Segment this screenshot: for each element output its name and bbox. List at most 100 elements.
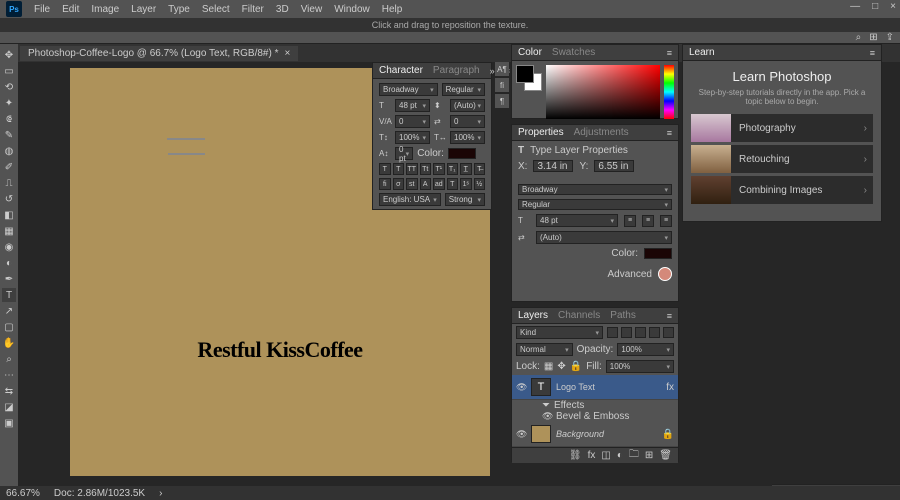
layer-name[interactable]: Logo Text xyxy=(556,382,661,392)
learn-item-retouching[interactable]: Retouching› xyxy=(691,145,873,173)
link-layers-icon[interactable]: ⛓ xyxy=(569,450,582,461)
fill-input[interactable]: 100% xyxy=(606,360,674,373)
menu-type[interactable]: Type xyxy=(168,4,190,15)
status-chevron-icon[interactable]: › xyxy=(159,488,162,499)
menu-window[interactable]: Window xyxy=(334,4,370,15)
paragraph-tab[interactable]: Paragraph xyxy=(433,65,480,76)
stamp-tool[interactable]: ⎍ xyxy=(2,176,16,190)
more-tools[interactable]: ⋯ xyxy=(2,368,16,382)
color-tab[interactable]: Color xyxy=(518,47,542,58)
paths-tab[interactable]: Paths xyxy=(610,310,636,321)
document-tab[interactable]: Photoshop-Coffee-Logo @ 66.7% (Logo Text… xyxy=(20,46,298,61)
baseline-input[interactable]: 0 pt xyxy=(395,147,413,160)
fg-bg-swatch[interactable]: ◪ xyxy=(2,400,16,414)
opentype-frac[interactable]: ½ xyxy=(474,178,486,190)
new-layer-icon[interactable]: ⊞ xyxy=(645,450,653,461)
superscript-button[interactable]: T¹ xyxy=(433,163,445,175)
lasso-tool[interactable]: ⟲ xyxy=(2,80,16,94)
depth-slider[interactable] xyxy=(168,153,205,155)
lock-all-icon[interactable]: 🔒 xyxy=(570,361,582,372)
visibility-icon[interactable]: 👁 xyxy=(516,382,526,393)
scale-slider[interactable] xyxy=(167,138,205,140)
shape-tool[interactable]: ▢ xyxy=(2,320,16,334)
gradient-tool[interactable]: ▦ xyxy=(2,224,16,238)
pen-tool[interactable]: ✒ xyxy=(2,272,16,286)
filter-adjust-icon[interactable] xyxy=(621,327,632,338)
window-close[interactable]: × xyxy=(890,1,896,12)
italic-button[interactable]: T xyxy=(393,163,405,175)
color-picker-field[interactable] xyxy=(546,65,660,119)
menu-edit[interactable]: Edit xyxy=(62,4,79,15)
effect-bevel-row[interactable]: 👁Bevel & Emboss xyxy=(512,411,678,422)
panel-menu-icon[interactable]: ≡ xyxy=(667,48,672,58)
opentype-A[interactable]: A xyxy=(420,178,432,190)
workspace-icon[interactable]: ⊞ xyxy=(869,32,877,43)
props-font-select[interactable]: Broadway xyxy=(518,184,672,195)
hscale-input[interactable]: 100% xyxy=(450,131,485,144)
learn-tab[interactable]: Learn xyxy=(689,47,715,58)
lock-position-icon[interactable]: ✥ xyxy=(557,361,565,372)
font-family-select[interactable]: Broadway xyxy=(379,83,438,96)
panel-menu-icon[interactable]: ≡ xyxy=(870,48,875,58)
layer-row[interactable]: 👁 Background 🔒 xyxy=(512,422,678,447)
layer-mask-icon[interactable]: ◫ xyxy=(601,450,610,461)
layer-row[interactable]: 👁 T Logo Text fx xyxy=(512,375,678,400)
effects-row[interactable]: ⏷Effects xyxy=(512,400,678,411)
layers-tab[interactable]: Layers xyxy=(518,310,548,321)
fx-badge[interactable]: fx xyxy=(666,382,674,393)
properties-tab[interactable]: Properties xyxy=(518,127,564,138)
opentype-T[interactable]: T xyxy=(447,178,459,190)
swatches-tab[interactable]: Swatches xyxy=(552,47,595,58)
panel-menu-icon[interactable]: ≡ xyxy=(667,311,672,321)
blend-mode-select[interactable]: Normal xyxy=(516,343,573,356)
opentype-ad[interactable]: ad xyxy=(433,178,445,190)
filter-type-icon[interactable] xyxy=(635,327,646,338)
underline-button[interactable]: T̲ xyxy=(460,163,472,175)
props-style-select[interactable]: Regular xyxy=(518,199,672,210)
tracking-input[interactable]: 0 xyxy=(450,115,485,128)
path-tool[interactable]: ↗ xyxy=(2,304,16,318)
delete-layer-icon[interactable]: 🗑 xyxy=(659,450,672,461)
leading-input[interactable]: (Auto) xyxy=(450,99,485,112)
history-brush-tool[interactable]: ↺ xyxy=(2,192,16,206)
kerning-input[interactable]: 0 xyxy=(395,115,430,128)
menu-file[interactable]: File xyxy=(34,4,50,15)
marquee-tool[interactable]: ▭ xyxy=(2,64,16,78)
dodge-tool[interactable]: ◐ xyxy=(2,256,16,270)
learn-item-photography[interactable]: Photography› xyxy=(691,114,873,142)
y-input[interactable]: 6.55 in xyxy=(594,160,634,172)
zoom-readout[interactable]: 66.67% xyxy=(6,488,40,499)
opacity-input[interactable]: 100% xyxy=(617,343,674,356)
side-tab-a[interactable]: A¶ xyxy=(495,62,509,76)
opentype-st[interactable]: st xyxy=(406,178,418,190)
filter-smart-icon[interactable] xyxy=(663,327,674,338)
subscript-button[interactable]: T₁ xyxy=(447,163,459,175)
props-color-swatch[interactable] xyxy=(644,248,672,259)
hand-tool[interactable]: ✋ xyxy=(2,336,16,350)
character-tab[interactable]: Character xyxy=(379,65,423,76)
props-track-input[interactable]: (Auto) xyxy=(536,231,672,244)
doc-size-readout[interactable]: Doc: 2.86M/1023.5K xyxy=(54,488,145,499)
eyedropper-tool[interactable]: ✎ xyxy=(2,128,16,142)
x-input[interactable]: 3.14 in xyxy=(533,160,573,172)
eraser-tool[interactable]: ◧ xyxy=(2,208,16,222)
adjustment-layer-icon[interactable]: ◐ xyxy=(617,450,623,461)
menu-image[interactable]: Image xyxy=(91,4,119,15)
menu-layer[interactable]: Layer xyxy=(131,4,156,15)
menu-select[interactable]: Select xyxy=(202,4,230,15)
align-left-icon[interactable]: ≡ xyxy=(624,215,636,227)
panel-collapse-icon[interactable]: » xyxy=(490,66,495,76)
align-right-icon[interactable]: ≡ xyxy=(660,215,672,227)
strike-button[interactable]: T̶ xyxy=(474,163,486,175)
blur-tool[interactable]: ◉ xyxy=(2,240,16,254)
menu-3d[interactable]: 3D xyxy=(276,4,289,15)
window-maximize[interactable]: □ xyxy=(872,1,878,12)
side-tab-styles[interactable]: ¶ xyxy=(495,94,509,108)
advanced-label[interactable]: Advanced xyxy=(608,269,652,280)
share-icon[interactable]: ⇪ xyxy=(886,32,894,43)
group-icon[interactable]: 🗀 xyxy=(629,447,639,464)
smallcaps-button[interactable]: Tt xyxy=(420,163,432,175)
visibility-icon[interactable]: 👁 xyxy=(516,429,526,440)
quickmask-icon[interactable]: ▣ xyxy=(2,416,16,430)
close-tab-icon[interactable]: × xyxy=(285,48,291,59)
